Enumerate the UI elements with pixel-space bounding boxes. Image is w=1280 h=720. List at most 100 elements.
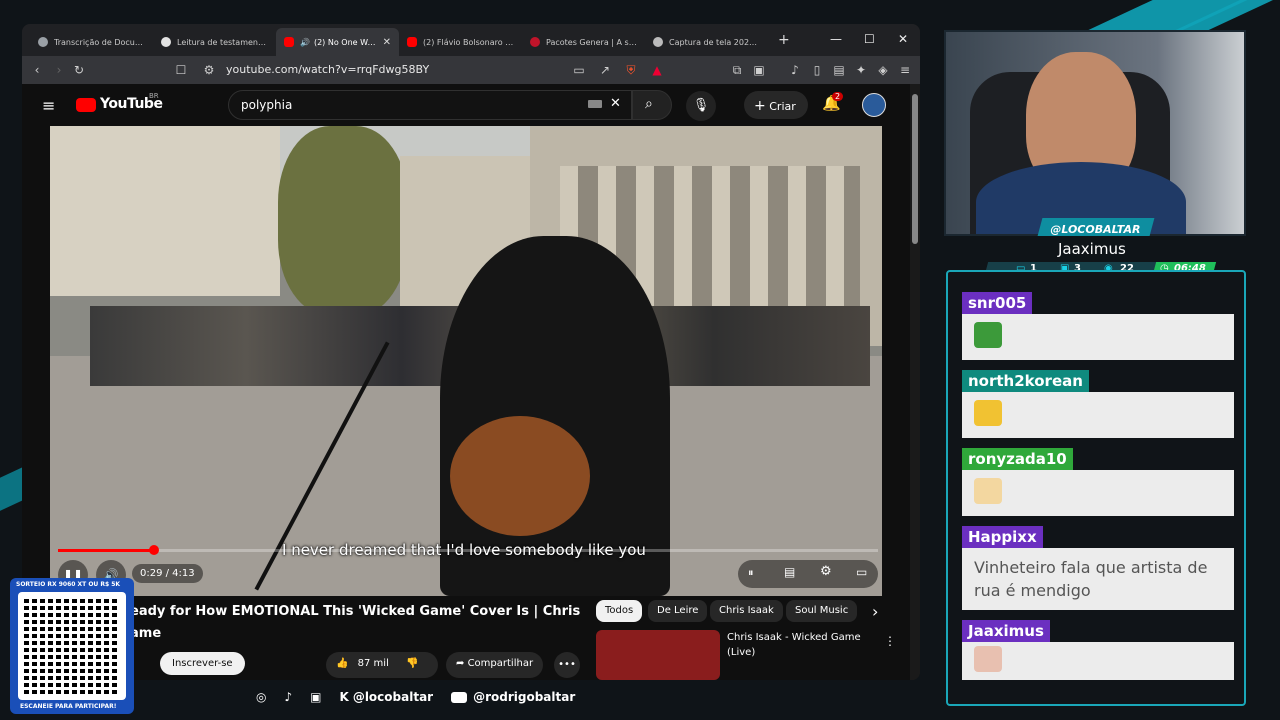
- chat-username: north2korean: [962, 370, 1089, 392]
- chat-message: snr005: [962, 292, 1234, 360]
- cast-icon[interactable]: ▭: [572, 63, 586, 77]
- bookmark-icon[interactable]: ☐: [174, 63, 188, 77]
- leo-ai-icon[interactable]: ✦: [854, 63, 868, 77]
- streamer-handle-badge: @LOCOBALTAR: [1037, 218, 1155, 236]
- youtube-icon: [284, 37, 294, 47]
- chips-next-icon[interactable]: ›: [872, 602, 878, 621]
- settings-icon[interactable]: ⚙: [820, 564, 832, 579]
- autoplay-toggle-icon[interactable]: ⏸: [748, 566, 754, 580]
- progress-scrubber[interactable]: [148, 545, 159, 555]
- video-title: eady for How EMOTIONAL This 'Wicked Game…: [130, 604, 581, 619]
- theater-mode-icon[interactable]: ▭: [856, 565, 867, 579]
- subscribe-button[interactable]: Inscrever-se: [160, 652, 245, 675]
- youtube-social-icon: [451, 691, 468, 703]
- tab-captura[interactable]: Captura de tela 2026-04-: [645, 28, 768, 56]
- sidebar-icon[interactable]: ▯: [810, 63, 824, 77]
- thumbs-down-icon[interactable]: 👎: [406, 658, 418, 669]
- genera-icon: [530, 37, 540, 47]
- tab-title: Transcrição de Documento: [54, 37, 145, 47]
- below-video: eady for How EMOTIONAL This 'Wicked Game…: [22, 596, 910, 680]
- close-tab-icon[interactable]: ✕: [379, 37, 391, 48]
- tab-testamento[interactable]: Leitura de testamento antigo: [153, 28, 276, 56]
- vpn-icon[interactable]: ◈: [876, 63, 890, 77]
- share-icon[interactable]: ↗: [598, 63, 612, 77]
- search-input[interactable]: polyphia: [228, 90, 632, 120]
- chat-username: ronyzada10: [962, 448, 1073, 470]
- hamburger-menu-icon[interactable]: ≡: [42, 96, 55, 115]
- chip-de-leire[interactable]: De Leire: [648, 600, 708, 622]
- chat-panel: snr005 north2korean ronyzada10 Happixx V…: [946, 270, 1246, 706]
- tab-title: (2) Flávio Bolsonaro questiona: [423, 37, 514, 47]
- region-badge: BR: [149, 92, 159, 100]
- brave-shield-icon[interactable]: ⛨: [624, 63, 638, 77]
- youtube-logo-icon[interactable]: [76, 98, 96, 112]
- webcam-frame: [944, 30, 1246, 236]
- browser-toolbar: ‹ › ↻ ☐ ⚙ youtube.com/watch?v=rrqFdwg58B…: [22, 56, 920, 84]
- music-icon[interactable]: ♪: [788, 63, 802, 77]
- time-display: 0:29 / 4:13: [132, 564, 203, 583]
- site-settings-icon[interactable]: ⚙: [202, 63, 216, 77]
- close-window-icon[interactable]: ✕: [898, 32, 908, 46]
- chat-message: Happixx Vinheteiro fala que artista de r…: [962, 526, 1234, 610]
- extensions-icon[interactable]: ⧉: [730, 63, 744, 77]
- video-player[interactable]: I never dreamed that I'd love somebody l…: [50, 126, 882, 596]
- chip-chris-isaak[interactable]: Chris Isaak: [710, 600, 783, 622]
- tiktok-icon: ♪: [284, 690, 293, 704]
- keyboard-icon[interactable]: [588, 100, 602, 108]
- tab-youtube-active[interactable]: 🔊 (2) No One Was Ready ✕: [276, 28, 399, 56]
- minimize-icon[interactable]: —: [830, 32, 842, 46]
- brave-rewards-icon[interactable]: ▲: [650, 63, 664, 77]
- page-scrollbar[interactable]: [910, 84, 920, 680]
- share-button[interactable]: ➦ Compartilhar: [446, 652, 544, 678]
- new-tab-button[interactable]: +: [768, 32, 800, 48]
- video-building-left: [50, 126, 280, 296]
- create-label: Criar: [769, 100, 796, 113]
- progress-fill: [58, 549, 154, 552]
- tab-title: Captura de tela 2026-04-: [669, 37, 760, 47]
- more-actions-icon[interactable]: •••: [554, 652, 580, 678]
- forward-icon[interactable]: ›: [52, 63, 66, 77]
- menu-icon[interactable]: ≡: [898, 63, 912, 77]
- anime-emote-icon: [974, 478, 1002, 504]
- back-icon[interactable]: ‹: [30, 63, 44, 77]
- maximize-icon[interactable]: ☐: [864, 32, 875, 46]
- tab-youtube-flavio[interactable]: (2) Flávio Bolsonaro questiona: [399, 28, 522, 56]
- twitch-icon: ▣: [310, 690, 322, 704]
- chat-username: snr005: [962, 292, 1033, 314]
- tab-title: Pacotes Genera | A saúde: [546, 37, 637, 47]
- instagram-icon: ◎: [256, 690, 267, 704]
- chat-message-body: [962, 470, 1234, 516]
- document-icon: [38, 37, 48, 47]
- address-bar[interactable]: youtube.com/watch?v=rrqFdwg58BY: [226, 63, 429, 76]
- recommendation-menu-icon[interactable]: ⋮: [884, 634, 896, 648]
- tab-document[interactable]: Transcrição de Documento: [30, 28, 153, 56]
- video-title-line2: ame: [130, 626, 162, 641]
- chat-message: north2korean: [962, 370, 1234, 438]
- recommendation-title[interactable]: Chris Isaak - Wicked Game (Live): [727, 630, 867, 660]
- like-count: 87 mil: [357, 658, 389, 669]
- tab-genera[interactable]: Pacotes Genera | A saúde: [522, 28, 645, 56]
- reload-icon[interactable]: ↻: [72, 63, 86, 77]
- clear-search-icon[interactable]: ✕: [610, 96, 621, 111]
- social-handle-2: @rodrigobaltar: [473, 690, 576, 704]
- wallet-icon[interactable]: ▤: [832, 63, 846, 77]
- viewer-name: Jaaximus: [1058, 240, 1126, 258]
- chip-soul-music[interactable]: Soul Music: [786, 600, 858, 622]
- video-guitar: [450, 416, 590, 536]
- screenshot-icon[interactable]: ▣: [752, 63, 766, 77]
- create-button[interactable]: + Criar: [744, 91, 808, 119]
- thumbs-up-icon: 👍: [336, 658, 349, 669]
- kick-icon: K: [339, 690, 349, 704]
- search-icon: ⌕: [645, 96, 653, 112]
- search-button[interactable]: ⌕: [632, 90, 672, 120]
- voice-search-icon[interactable]: 🎙: [686, 91, 716, 121]
- avatar[interactable]: [862, 93, 886, 117]
- chip-todos[interactable]: Todos: [596, 600, 643, 622]
- like-button[interactable]: 👍 87 mil 👎: [326, 652, 438, 678]
- captions-icon[interactable]: ▤: [784, 565, 795, 579]
- progress-bar[interactable]: [58, 545, 878, 555]
- qr-pattern: [24, 598, 120, 694]
- youtube-header: ≡ YouTube BR polyphia ✕ ⌕ 🎙 + Criar 🔔 2: [22, 84, 910, 126]
- scrollbar-thumb[interactable]: [912, 94, 918, 244]
- recommendation-thumbnail[interactable]: [596, 630, 720, 680]
